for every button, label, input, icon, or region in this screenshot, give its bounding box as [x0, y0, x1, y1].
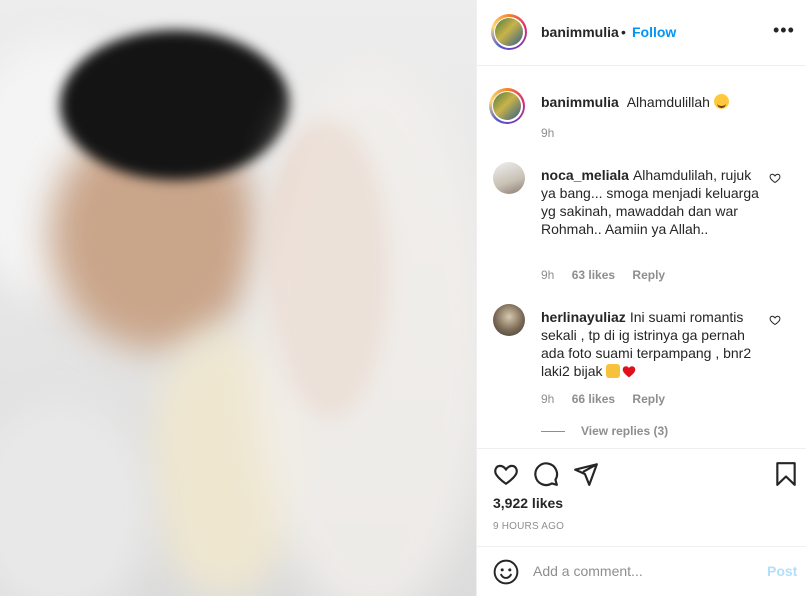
- post-timestamp[interactable]: 9 HOURS AGO: [493, 521, 564, 532]
- smiling-face-with-hearts-icon: [713, 94, 729, 109]
- comment-username[interactable]: noca_meliala: [541, 167, 629, 183]
- save-bookmark-icon[interactable]: [773, 461, 799, 487]
- caption-time[interactable]: 9h: [541, 126, 554, 140]
- caption-text: Alhamdulillah: [626, 94, 710, 110]
- red-heart-icon: [623, 366, 636, 378]
- comment-body: noca_meliala Alhamdulilah, rujuk ya bang.…: [541, 166, 761, 238]
- more-icon[interactable]: •••: [773, 20, 795, 41]
- comment-like-heart-icon[interactable]: [769, 172, 781, 184]
- like-heart-icon[interactable]: [493, 461, 519, 487]
- photo-foreground-blur: [0, 400, 150, 596]
- comment-time[interactable]: 9h: [541, 392, 554, 406]
- replies-divider: [541, 431, 565, 433]
- caption-username[interactable]: banimmulia: [541, 94, 619, 110]
- emoji-smile-icon[interactable]: [493, 559, 519, 585]
- comment-body: herlinayuliaz Ini suami romantis sekali ,…: [541, 308, 761, 380]
- post-viewer: banimmulia • Follow ••• banimmulia Alham…: [0, 0, 806, 596]
- comment-likes[interactable]: 63 likes: [572, 268, 615, 282]
- comment-avatar[interactable]: [493, 162, 525, 194]
- reply-button[interactable]: Reply: [632, 392, 665, 406]
- post-header: banimmulia • Follow •••: [477, 0, 806, 66]
- post-photo[interactable]: [0, 0, 476, 596]
- comment-meta: 9h 66 likes Reply: [541, 392, 679, 406]
- comment-meta: 9h 63 likes Reply: [541, 268, 679, 282]
- photo-groom-cap: [60, 30, 290, 180]
- reply-button[interactable]: Reply: [632, 268, 665, 282]
- photo-bride-veil: [250, 60, 476, 596]
- share-icon[interactable]: [573, 461, 599, 487]
- post-side-panel: banimmulia • Follow ••• banimmulia Alham…: [476, 0, 806, 596]
- header-separator: •: [621, 24, 626, 40]
- post-caption: banimmulia Alhamdulillah 9h: [541, 94, 729, 140]
- comment-icon[interactable]: [533, 461, 559, 487]
- post-comment-button[interactable]: Post: [767, 563, 797, 579]
- post-likes-count[interactable]: 3,922 likes: [493, 495, 563, 511]
- author-avatar[interactable]: [491, 14, 527, 50]
- follow-button[interactable]: Follow: [632, 24, 676, 40]
- author-username[interactable]: banimmulia: [541, 24, 619, 40]
- add-comment-bar: Post: [477, 546, 806, 597]
- post-actions: 3,922 likes 9 HOURS AGO: [477, 448, 806, 549]
- view-replies-label: View replies (3): [581, 424, 669, 438]
- add-comment-input[interactable]: [533, 561, 753, 581]
- comment-likes[interactable]: 66 likes: [572, 392, 615, 406]
- comment-username[interactable]: herlinayuliaz: [541, 309, 626, 325]
- comment-time[interactable]: 9h: [541, 268, 554, 282]
- caption-avatar[interactable]: [489, 88, 525, 124]
- comment-avatar[interactable]: [493, 304, 525, 336]
- clapping-hands-icon: [606, 364, 621, 378]
- comment-like-heart-icon[interactable]: [769, 314, 781, 326]
- view-replies-button[interactable]: View replies (3): [541, 424, 668, 438]
